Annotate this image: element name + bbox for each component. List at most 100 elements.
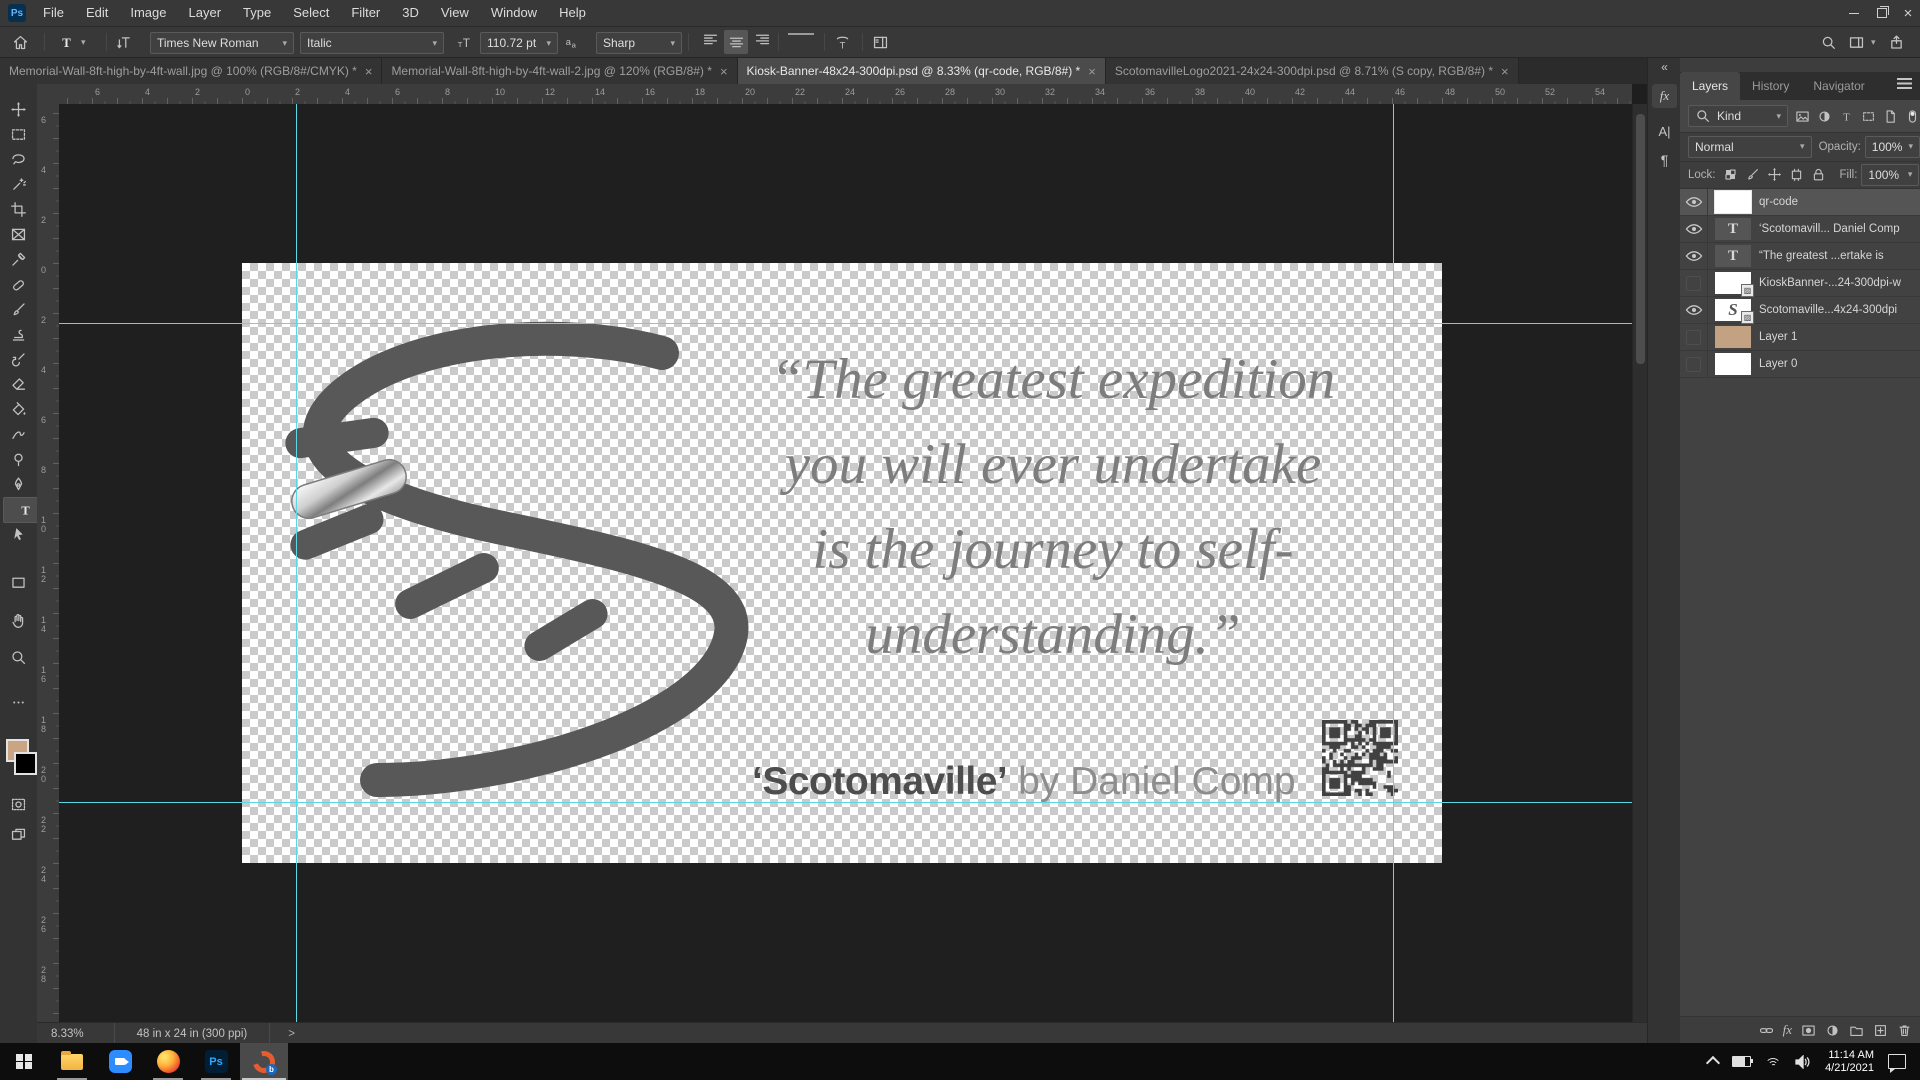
layer-thumbnail[interactable]: T xyxy=(1715,245,1751,267)
menu-file[interactable]: File xyxy=(32,0,75,26)
collapse-dock-icon[interactable]: « xyxy=(1648,60,1681,74)
photoshop-taskbar-icon[interactable]: Ps xyxy=(192,1043,240,1080)
document-tab-2[interactable]: Memorial-Wall-8ft-high-by-4ft-wall-2.jpg… xyxy=(382,58,737,84)
magic-wand-tool[interactable] xyxy=(3,172,33,196)
layer-thumbnail[interactable] xyxy=(1715,353,1751,375)
history-brush-tool[interactable] xyxy=(3,347,33,371)
healing-brush-tool[interactable] xyxy=(3,272,33,296)
lasso-tool[interactable] xyxy=(3,147,33,171)
menu-image[interactable]: Image xyxy=(119,0,177,26)
clock[interactable]: 11:14 AM4/21/2021 xyxy=(1825,1049,1874,1075)
workspace-icon[interactable]: ▾ xyxy=(1848,27,1876,57)
align-left-icon[interactable] xyxy=(698,27,722,51)
menu-layer[interactable]: Layer xyxy=(178,0,233,26)
shape-tool[interactable] xyxy=(3,570,33,594)
eraser-tool[interactable] xyxy=(3,372,33,396)
volume-icon[interactable] xyxy=(1795,1055,1811,1069)
document-tab-1[interactable]: Memorial-Wall-8ft-high-by-4ft-wall.jpg @… xyxy=(0,58,382,84)
panel-tab-layers[interactable]: Layers xyxy=(1680,72,1740,100)
layer-visibility-eye-icon[interactable] xyxy=(1680,189,1708,215)
canvas-viewport[interactable]: “The greatest expeditionyou will ever un… xyxy=(59,104,1632,1022)
vertical-scrollbar[interactable] xyxy=(1632,104,1648,1022)
layer-row[interactable]: T“The greatest ...ertake is xyxy=(1680,243,1920,270)
menu-help[interactable]: Help xyxy=(548,0,597,26)
filter-type-icon[interactable]: T xyxy=(1839,109,1854,124)
document-tab-4[interactable]: ScotomavilleLogo2021-24x24-300dpi.psd @ … xyxy=(1106,58,1519,84)
smudge-tool[interactable] xyxy=(3,422,33,446)
panel-tab-navigator[interactable]: Navigator xyxy=(1801,72,1876,100)
search-icon[interactable] xyxy=(1820,27,1837,57)
font-size-select[interactable]: 110.72 pt▾ xyxy=(480,32,558,54)
tab-close-icon[interactable]: × xyxy=(1501,64,1509,79)
pen-tool[interactable] xyxy=(3,472,33,496)
filter-kind-select[interactable]: Kind▾ xyxy=(1688,105,1788,127)
layer-row[interactable]: Layer 1 xyxy=(1680,324,1920,351)
filter-smart-object-icon[interactable] xyxy=(1883,109,1898,124)
new-layer-icon[interactable] xyxy=(1873,1023,1888,1038)
path-selection-tool[interactable] xyxy=(3,522,33,546)
frame-tool[interactable] xyxy=(3,222,33,246)
menu-view[interactable]: View xyxy=(430,0,480,26)
qr-code-layer[interactable] xyxy=(1322,720,1398,796)
tab-close-icon[interactable]: × xyxy=(1088,64,1096,79)
guide-vertical[interactable] xyxy=(296,104,297,1022)
menu-filter[interactable]: Filter xyxy=(340,0,391,26)
new-group-icon[interactable] xyxy=(1849,1023,1864,1038)
warp-text-icon[interactable]: T xyxy=(834,27,851,57)
layer-thumbnail[interactable]: S▨ xyxy=(1715,299,1751,321)
tray-chevron-icon[interactable] xyxy=(1708,1055,1718,1068)
layer-row[interactable]: qr-code xyxy=(1680,189,1920,216)
document-tab-3[interactable]: Kiosk-Banner-48x24-300dpi.psd @ 8.33% (q… xyxy=(738,58,1106,84)
minimize-button[interactable] xyxy=(1840,0,1868,26)
start-button[interactable] xyxy=(0,1043,48,1080)
layer-style-icon[interactable]: fx xyxy=(1783,1022,1792,1038)
menu-3d[interactable]: 3D xyxy=(391,0,430,26)
guide-horizontal[interactable] xyxy=(59,323,1632,324)
fill-select[interactable]: 100%▾ xyxy=(1861,164,1919,186)
filter-image-icon[interactable] xyxy=(1795,109,1810,124)
lock-all-icon[interactable] xyxy=(1811,167,1826,182)
text-color-swatch[interactable] xyxy=(788,33,814,35)
document-canvas[interactable]: “The greatest expeditionyou will ever un… xyxy=(242,263,1442,863)
character-panel-icon[interactable]: A| xyxy=(1648,124,1681,139)
paragraph-panel-icon[interactable]: ¶ xyxy=(1648,152,1681,168)
zoom-tool[interactable] xyxy=(3,645,33,669)
wifi-icon[interactable] xyxy=(1765,1056,1781,1068)
scrollbar-thumb[interactable] xyxy=(1636,114,1645,364)
share-icon[interactable] xyxy=(1888,27,1905,57)
crop-tool[interactable] xyxy=(3,197,33,221)
anti-alias-select[interactable]: Sharp▾ xyxy=(596,32,682,54)
align-center-icon[interactable] xyxy=(724,30,748,54)
brush-tool[interactable] xyxy=(3,297,33,321)
panel-menu-icon[interactable] xyxy=(1897,78,1912,89)
gradient-tool[interactable] xyxy=(3,397,33,421)
layer-row[interactable]: T‘Scotomavill... Daniel Comp xyxy=(1680,216,1920,243)
filter-adjustment-icon[interactable] xyxy=(1817,109,1832,124)
layer-visibility-empty[interactable] xyxy=(1680,324,1708,350)
eyedropper-tool[interactable] xyxy=(3,247,33,271)
layer-visibility-empty[interactable] xyxy=(1680,351,1708,377)
blend-mode-select[interactable]: Normal▾ xyxy=(1688,136,1812,158)
layer-visibility-eye-icon[interactable] xyxy=(1680,243,1708,269)
action-center-icon[interactable] xyxy=(1888,1054,1906,1069)
background-color-swatch[interactable] xyxy=(14,752,37,775)
screen-mode-icon[interactable] xyxy=(3,822,33,846)
adjustment-layer-icon[interactable] xyxy=(1825,1023,1840,1038)
layer-thumbnail[interactable]: T xyxy=(1715,218,1751,240)
align-right-icon[interactable] xyxy=(750,27,774,51)
firefox-icon[interactable] xyxy=(144,1043,192,1080)
layer-row[interactable]: ▨KioskBanner-...24-300dpi-w xyxy=(1680,270,1920,297)
lock-artboard-icon[interactable] xyxy=(1789,167,1804,182)
layer-visibility-eye-icon[interactable] xyxy=(1680,297,1708,323)
lock-position-icon[interactable] xyxy=(1767,167,1782,182)
tab-close-icon[interactable]: × xyxy=(365,64,373,79)
filter-toggle-icon[interactable] xyxy=(1905,109,1920,124)
close-button[interactable]: × xyxy=(1896,0,1920,26)
tab-close-icon[interactable]: × xyxy=(720,64,728,79)
home-icon[interactable] xyxy=(12,27,29,57)
effects-panel-icon[interactable]: fx xyxy=(1652,84,1677,108)
dodge-tool[interactable] xyxy=(3,447,33,471)
lock-transparency-icon[interactable] xyxy=(1723,167,1738,182)
move-tool[interactable] xyxy=(3,97,33,121)
layer-row[interactable]: Layer 0 xyxy=(1680,351,1920,378)
